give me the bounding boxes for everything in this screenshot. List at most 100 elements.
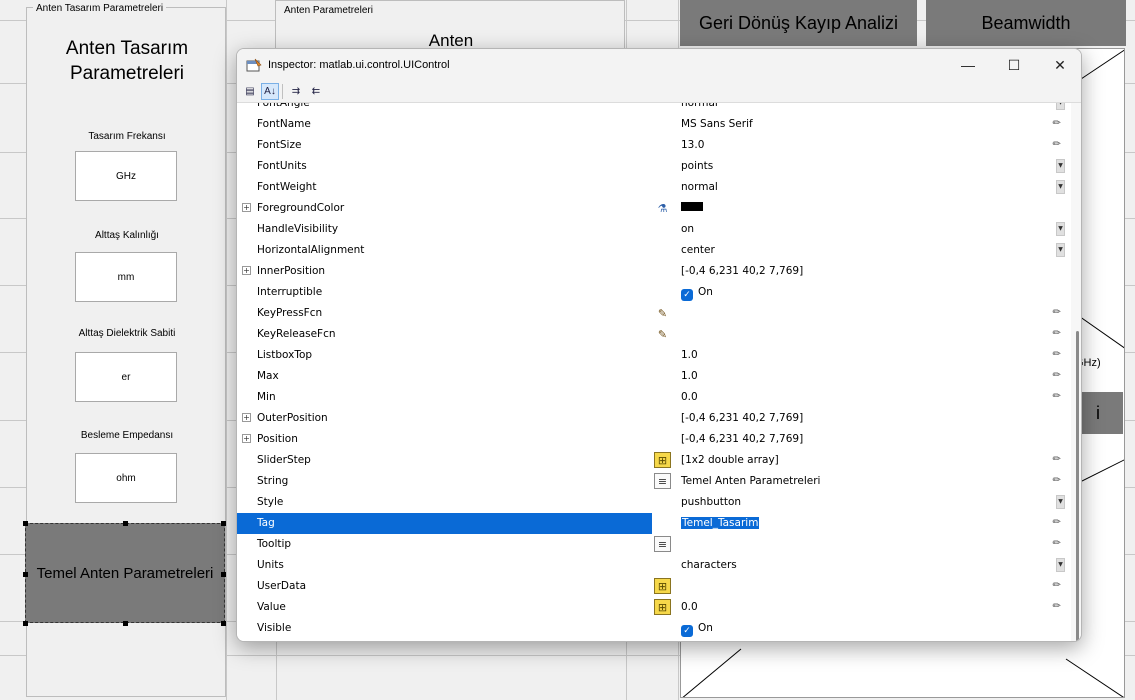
array-icon[interactable]: ⊞ (654, 578, 671, 594)
impedance-field[interactable]: ohm (75, 453, 177, 503)
pencil-icon[interactable]: ✏ (1053, 580, 1061, 591)
property-value-cell[interactable]: ✓ On (652, 618, 1071, 639)
callback-icon[interactable]: ✎ (654, 305, 671, 321)
property-value-cell[interactable]: ✎ ✏ (652, 324, 1071, 345)
dropdown-arrow-icon[interactable]: ▼ (1056, 495, 1065, 509)
pencil-icon[interactable]: ✏ (1053, 307, 1061, 318)
property-row[interactable]: SliderStep ⊞ [1x2 double array] ✏ (237, 450, 1071, 471)
property-row[interactable]: UserData ⊞ ✏ (237, 576, 1071, 597)
temel-anten-button[interactable]: Temel Anten Parametreleri (25, 523, 225, 623)
dropdown-arrow-icon[interactable]: ▼ (1056, 180, 1065, 194)
dropdown-arrow-icon[interactable]: ▼ (1056, 558, 1065, 572)
property-value-cell[interactable]: [-0,4 6,231 40,2 7,769] (652, 261, 1071, 282)
property-row[interactable]: FontName MS Sans Serif ✏ (237, 114, 1071, 135)
property-row[interactable]: Style pushbutton ▼ (237, 492, 1071, 513)
alphabetical-view-button[interactable]: A↓ (261, 83, 279, 100)
property-row[interactable]: HandleVisibility on ▼ (237, 219, 1071, 240)
dielectric-field[interactable]: er (75, 352, 177, 402)
property-row[interactable]: ListboxTop 1.0 ✏ (237, 345, 1071, 366)
collapse-all-button[interactable]: ⇇ (307, 83, 325, 100)
expand-all-button[interactable]: ⇉ (287, 83, 305, 100)
pencil-icon[interactable]: ✏ (1053, 517, 1061, 528)
dropdown-arrow-icon[interactable]: ▼ (1056, 159, 1065, 173)
frequency-field[interactable]: GHz (75, 151, 177, 201)
expand-plus-icon[interactable]: + (242, 413, 251, 422)
expand-plus-icon[interactable]: + (242, 434, 251, 443)
property-value-cell[interactable]: ≡ ✏ (652, 534, 1071, 555)
property-row[interactable]: FontAngle normal ▼ (237, 103, 1071, 114)
property-value-cell[interactable]: points ▼ (652, 156, 1071, 177)
inspector-window[interactable]: Inspector: matlab.ui.control.UIControl —… (236, 48, 1082, 642)
close-button[interactable]: ✕ (1037, 49, 1081, 81)
maximize-button[interactable]: ☐ (991, 49, 1037, 81)
property-row[interactable]: + InnerPosition [-0,4 6,231 40,2 7,769] (237, 261, 1071, 282)
property-value-cell[interactable]: ≡ Temel Anten Parametreleri ✏ (652, 471, 1071, 492)
property-row[interactable]: Tag Temel_Tasarim ✏ (237, 513, 1071, 534)
property-value-cell[interactable]: 1.0 ✏ (652, 366, 1071, 387)
property-value-cell[interactable]: on ▼ (652, 219, 1071, 240)
pencil-icon[interactable]: ✏ (1053, 118, 1061, 129)
property-row[interactable]: Tooltip ≡ ✏ (237, 534, 1071, 555)
pencil-icon[interactable]: ✏ (1053, 538, 1061, 549)
vertical-scrollbar[interactable] (1071, 103, 1081, 641)
property-value-cell[interactable]: ✎ ✏ (652, 303, 1071, 324)
resize-handle[interactable] (221, 572, 226, 577)
checkbox-checked-icon[interactable]: ✓ (681, 289, 693, 301)
resize-handle[interactable] (123, 621, 128, 626)
pencil-icon[interactable]: ✏ (1053, 139, 1061, 150)
dropdown-arrow-icon[interactable]: ▼ (1056, 103, 1065, 110)
property-row[interactable]: Min 0.0 ✏ (237, 387, 1071, 408)
dropdown-arrow-icon[interactable]: ▼ (1056, 243, 1065, 257)
property-row[interactable]: FontUnits points ▼ (237, 156, 1071, 177)
property-row[interactable]: Interruptible ✓ On (237, 282, 1071, 303)
resize-handle[interactable] (23, 521, 28, 526)
beamwidth-button[interactable]: Beamwidth (926, 0, 1126, 46)
categorized-view-button[interactable]: ▤ (241, 83, 259, 100)
property-value-cell[interactable]: pushbutton ▼ (652, 492, 1071, 513)
property-value-cell[interactable]: 0.0 ✏ (652, 387, 1071, 408)
scrollbar-thumb[interactable] (1076, 331, 1079, 641)
resize-handle[interactable] (23, 572, 28, 577)
resize-handle[interactable] (221, 521, 226, 526)
expand-plus-icon[interactable]: + (242, 266, 251, 275)
property-value-cell[interactable]: ⊞ ✏ (652, 576, 1071, 597)
checkbox-checked-icon[interactable]: ✓ (681, 625, 693, 637)
property-value-cell[interactable]: ✓ On (652, 282, 1071, 303)
property-row[interactable]: Max 1.0 ✏ (237, 366, 1071, 387)
property-value-cell[interactable]: 13.0 ✏ (652, 135, 1071, 156)
property-row[interactable]: Value ⊞ 0.0 ✏ (237, 597, 1071, 618)
text-editor-icon[interactable]: ≡ (654, 473, 671, 489)
property-value-cell[interactable]: characters ▼ (652, 555, 1071, 576)
property-value-cell[interactable]: ⊞ 0.0 ✏ (652, 597, 1071, 618)
pencil-icon[interactable]: ✏ (1053, 454, 1061, 465)
property-value-cell[interactable]: [-0,4 6,231 40,2 7,769] (652, 408, 1071, 429)
property-row[interactable]: + ForegroundColor ⚗ (237, 198, 1071, 219)
property-row[interactable]: KeyPressFcn ✎ ✏ (237, 303, 1071, 324)
property-value-cell[interactable]: ⊞ [1x2 double array] ✏ (652, 450, 1071, 471)
return-loss-button[interactable]: Geri Dönüş Kayıp Analizi (680, 0, 917, 46)
thickness-field[interactable]: mm (75, 252, 177, 302)
pencil-icon[interactable]: ✏ (1053, 391, 1061, 402)
resize-handle[interactable] (221, 621, 226, 626)
property-row[interactable]: FontWeight normal ▼ (237, 177, 1071, 198)
property-row[interactable]: String ≡ Temel Anten Parametreleri ✏ (237, 471, 1071, 492)
property-value-cell[interactable]: normal ▼ (652, 177, 1071, 198)
property-value-cell[interactable]: 1.0 ✏ (652, 345, 1071, 366)
pencil-icon[interactable]: ✏ (1053, 475, 1061, 486)
array-icon[interactable]: ⊞ (654, 599, 671, 615)
minimize-button[interactable]: — (945, 49, 991, 81)
property-value-cell[interactable]: [-0,4 6,231 40,2 7,769] (652, 429, 1071, 450)
property-row[interactable]: FontSize 13.0 ✏ (237, 135, 1071, 156)
property-value-cell[interactable]: Temel_Tasarim ✏ (652, 513, 1071, 534)
inspector-title-bar[interactable]: Inspector: matlab.ui.control.UIControl —… (237, 49, 1081, 81)
property-row[interactable]: Units characters ▼ (237, 555, 1071, 576)
paint-bucket-icon[interactable]: ⚗ (654, 200, 671, 216)
pencil-icon[interactable]: ✏ (1053, 328, 1061, 339)
property-row[interactable]: + OuterPosition [-0,4 6,231 40,2 7,769] (237, 408, 1071, 429)
property-row[interactable]: + Position [-0,4 6,231 40,2 7,769] (237, 429, 1071, 450)
pencil-icon[interactable]: ✏ (1053, 349, 1061, 360)
expand-plus-icon[interactable]: + (242, 203, 251, 212)
property-value-cell[interactable]: normal ▼ (652, 103, 1071, 114)
property-value-cell[interactable]: center ▼ (652, 240, 1071, 261)
text-editor-icon[interactable]: ≡ (654, 536, 671, 552)
